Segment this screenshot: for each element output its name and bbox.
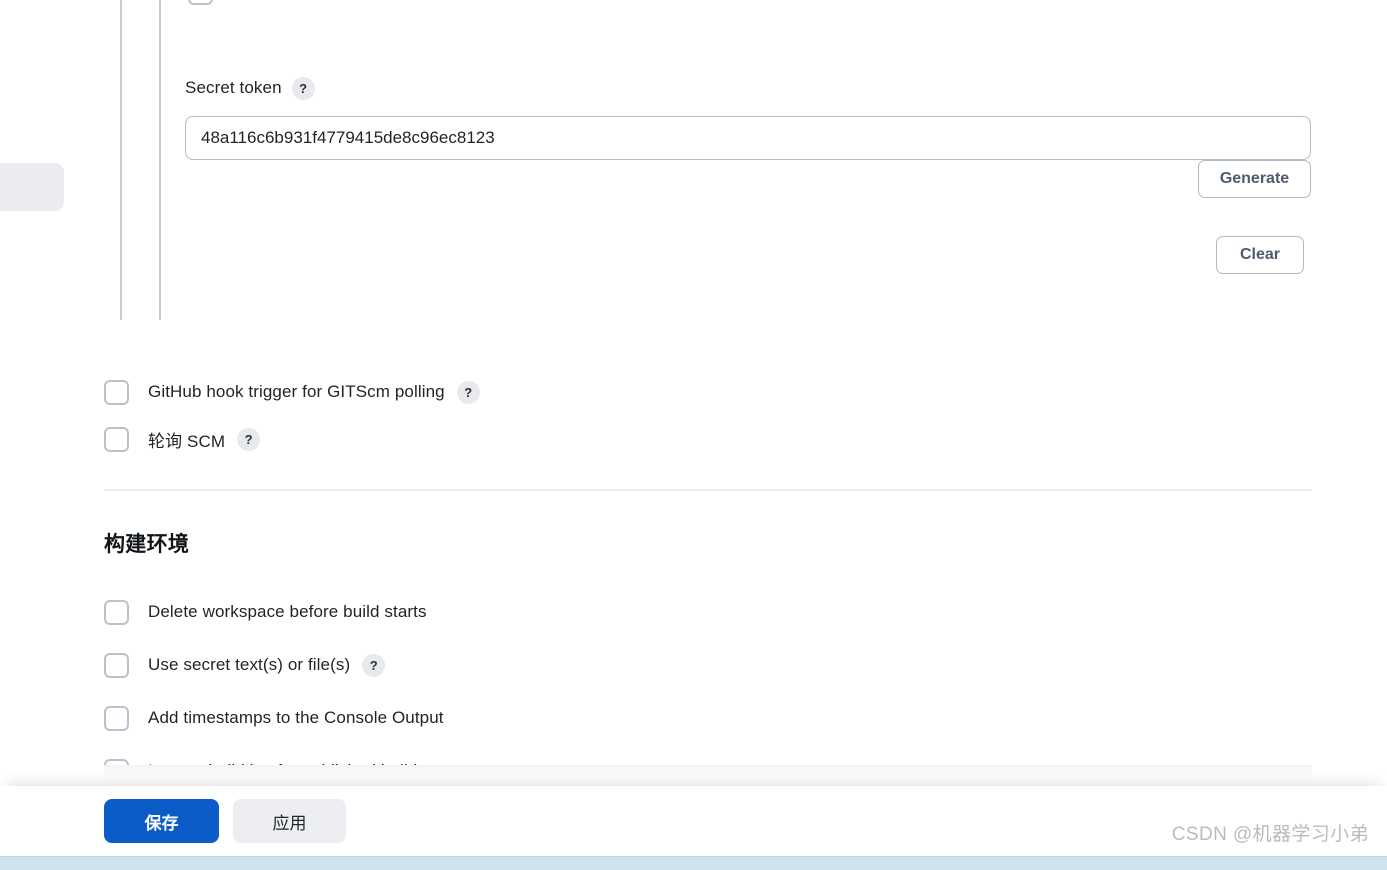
checkbox-row-inspect-build-log[interactable]: Inspect build log for published build sc…	[104, 755, 467, 787]
checkbox-row-use-secret-text[interactable]: Use secret text(s) or file(s) ?	[104, 649, 467, 681]
checkbox-row-delete-workspace[interactable]: Delete workspace before build starts	[104, 596, 467, 628]
checkbox-row-github-hook-trigger[interactable]: GitHub hook trigger for GITScm polling ?	[104, 376, 480, 408]
nesting-guide-line-outer	[120, 0, 122, 320]
checkbox-add-timestamps[interactable]	[104, 705, 129, 731]
checkbox-github-hook-trigger[interactable]	[104, 379, 129, 405]
secret-token-label: Secret token	[185, 78, 282, 97]
secret-token-label-row: Secret token ?	[185, 74, 1311, 102]
apply-button[interactable]: 应用	[233, 799, 346, 843]
generate-button[interactable]: Generate	[1198, 160, 1311, 198]
help-icon[interactable]: ?	[362, 653, 386, 677]
checkbox-poll-scm[interactable]	[104, 426, 129, 452]
generate-button-row: Generate	[185, 160, 1311, 198]
clear-button-row: Clear	[185, 236, 1311, 274]
help-icon[interactable]: ?	[237, 427, 261, 451]
help-icon[interactable]: ?	[456, 380, 480, 404]
checkbox-label: 轮询 SCM	[148, 431, 226, 451]
save-button[interactable]: 保存	[104, 799, 219, 843]
secret-token-input[interactable]	[185, 116, 1311, 160]
checkbox-inspect-build-log[interactable]	[104, 758, 129, 784]
checkbox-clipped-top[interactable]	[188, 0, 213, 5]
section-divider	[104, 489, 1312, 491]
checkbox-use-secret-text[interactable]	[104, 652, 129, 678]
checkbox-label: GitHub hook trigger for GITScm polling	[148, 382, 445, 401]
checkbox-label: Delete workspace before build starts	[148, 602, 427, 621]
checkbox-delete-workspace[interactable]	[104, 599, 129, 625]
checkbox-row-add-timestamps[interactable]: Add timestamps to the Console Output	[104, 702, 467, 734]
checkbox-label: Inspect build log for published build sc…	[148, 761, 467, 780]
checkbox-label: Add timestamps to the Console Output	[148, 708, 444, 727]
checkbox-row-poll-scm[interactable]: 轮询 SCM ?	[104, 423, 480, 455]
build-environment-list: Delete workspace before build starts Use…	[104, 596, 467, 808]
watermark-text: CSDN @机器学习小弟	[1171, 824, 1369, 845]
page-section-title-build-environment: 构建环境	[104, 533, 190, 556]
build-triggers-list: GitHub hook trigger for GITScm polling ?…	[104, 376, 480, 470]
nesting-guide-line-inner	[159, 0, 161, 320]
checkbox-label: Use secret text(s) or file(s)	[148, 655, 351, 674]
sidebar-item-active-pill[interactable]	[0, 163, 64, 211]
clear-button[interactable]: Clear	[1216, 236, 1304, 274]
secret-token-section: Secret token ? Generate Clear	[185, 74, 1311, 274]
bottom-status-band	[0, 856, 1387, 870]
help-icon[interactable]: ?	[291, 76, 315, 100]
